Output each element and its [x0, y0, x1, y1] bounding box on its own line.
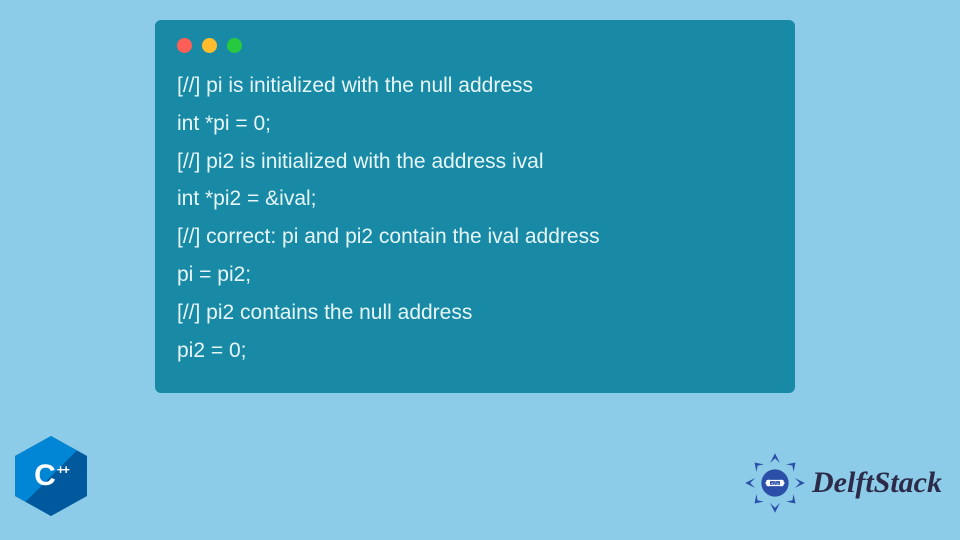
code-line: int *pi = 0; [177, 105, 773, 143]
code-line: [//] pi2 contains the null address [177, 294, 773, 332]
code-line: [//] correct: pi and pi2 contain the iva… [177, 218, 773, 256]
code-block: [//] pi is initialized with the null add… [177, 67, 773, 369]
cpp-letter: C [34, 459, 55, 492]
cpp-hexagon-icon: C++ [15, 436, 87, 516]
brand-name-a: Delft [812, 466, 874, 499]
cpp-logo: C++ [15, 436, 87, 516]
brand-name: DelftStack [812, 466, 942, 500]
cpp-plusplus: ++ [57, 462, 68, 477]
brand-logo: </> DelftStack [744, 452, 942, 514]
brand-name-b: Stack [874, 466, 942, 499]
svg-text:</>: </> [771, 481, 779, 487]
code-line: [//] pi2 is initialized with the address… [177, 143, 773, 181]
code-line: pi2 = 0; [177, 332, 773, 370]
code-line: int *pi2 = &ival; [177, 180, 773, 218]
brand-badge-icon: </> [744, 452, 806, 514]
minimize-icon [202, 38, 217, 53]
maximize-icon [227, 38, 242, 53]
code-window: [//] pi is initialized with the null add… [155, 20, 795, 393]
code-line: [//] pi is initialized with the null add… [177, 67, 773, 105]
close-icon [177, 38, 192, 53]
cpp-logo-text: C++ [34, 459, 68, 493]
code-line: pi = pi2; [177, 256, 773, 294]
window-dots [177, 38, 773, 53]
